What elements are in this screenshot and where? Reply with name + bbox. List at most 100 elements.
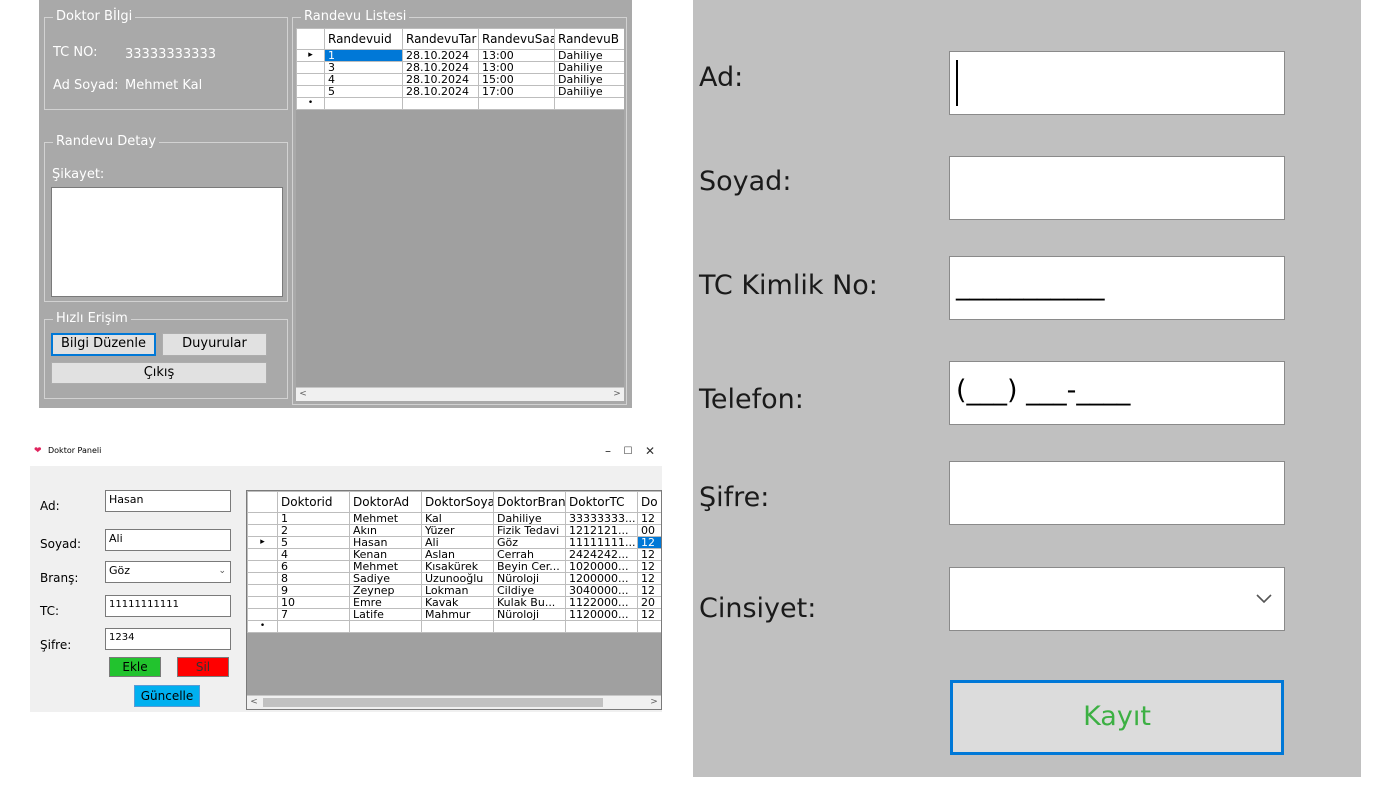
table-cell[interactable]: Aslan bbox=[421, 548, 494, 561]
column-header[interactable]: RandevuB bbox=[554, 28, 624, 50]
close-button[interactable]: ✕ bbox=[640, 444, 660, 458]
table-cell[interactable]: Fizik Tedavi bbox=[493, 524, 566, 537]
brans-select[interactable]: Göz ⌄ bbox=[105, 561, 231, 583]
table-cell[interactable]: Mehmet bbox=[349, 560, 422, 573]
table-cell[interactable]: Nüroloji bbox=[493, 572, 566, 585]
table-cell[interactable]: 15:00 bbox=[478, 73, 555, 86]
table-cell[interactable]: 4 bbox=[277, 548, 350, 561]
table-cell[interactable]: 1212121... bbox=[565, 524, 638, 537]
appointment-grid-hscrollbar[interactable]: < > bbox=[296, 387, 624, 401]
doctor-grid[interactable]: Doktorid DoktorAd DoktorSoya DoktorBran … bbox=[246, 490, 662, 710]
table-cell[interactable]: Kısakürek bbox=[421, 560, 494, 573]
doctor-grid-hscrollbar[interactable]: < > bbox=[247, 695, 661, 709]
column-header[interactable]: DoktorTC bbox=[565, 491, 638, 513]
table-cell[interactable] bbox=[402, 97, 479, 110]
tc-kimlik-input[interactable]: ___________ bbox=[949, 256, 1285, 320]
table-cell[interactable]: 8 bbox=[277, 572, 350, 585]
table-cell[interactable]: 17:00 bbox=[478, 85, 555, 98]
table-cell[interactable]: 4 bbox=[324, 73, 403, 86]
table-row[interactable]: 6 Mehmet Kısakürek Beyin Cer... 1020000.… bbox=[247, 560, 661, 573]
scroll-right-icon[interactable]: > bbox=[610, 388, 624, 401]
table-row[interactable]: 2 Akın Yüzer Fizik Tedavi 1212121... 00 bbox=[247, 524, 661, 537]
table-cell[interactable]: Yüzer bbox=[421, 524, 494, 537]
table-cell[interactable]: Dahiliye bbox=[554, 73, 624, 86]
scroll-left-icon[interactable]: < bbox=[247, 696, 261, 709]
table-cell[interactable]: 12 bbox=[637, 572, 661, 585]
table-cell[interactable]: Uzunooğlu bbox=[421, 572, 494, 585]
table-cell[interactable] bbox=[493, 620, 566, 633]
delete-button[interactable]: Sil bbox=[177, 657, 229, 677]
new-row[interactable]: • bbox=[247, 620, 661, 633]
table-cell[interactable] bbox=[421, 620, 494, 633]
column-header[interactable]: Randevuid bbox=[324, 28, 403, 50]
column-header[interactable]: Do bbox=[637, 491, 661, 513]
column-header[interactable]: DoktorAd bbox=[349, 491, 422, 513]
table-cell[interactable]: 12 bbox=[637, 560, 661, 573]
table-cell[interactable]: 1120000... bbox=[565, 608, 638, 621]
table-cell[interactable]: 2424242... bbox=[565, 548, 638, 561]
table-cell[interactable]: 2 bbox=[277, 524, 350, 537]
column-header[interactable]: DoktorBran bbox=[493, 491, 566, 513]
minimize-button[interactable]: – bbox=[598, 444, 618, 458]
table-cell[interactable]: 28.10.2024 bbox=[402, 73, 479, 86]
table-cell[interactable]: 33333333... bbox=[565, 512, 638, 525]
kayit-button[interactable]: Kayıt bbox=[950, 680, 1284, 755]
table-cell[interactable]: Hasan bbox=[349, 536, 422, 549]
column-header[interactable]: Doktorid bbox=[277, 491, 350, 513]
telefon-input[interactable]: (___) ___-____ bbox=[949, 361, 1285, 425]
table-cell[interactable]: 1 bbox=[277, 512, 350, 525]
table-cell[interactable]: 00 bbox=[637, 524, 661, 537]
table-row[interactable]: ▸ 1 28.10.2024 13:00 Dahiliye bbox=[296, 49, 624, 62]
table-cell[interactable]: 1200000... bbox=[565, 572, 638, 585]
table-cell[interactable]: 12 bbox=[637, 512, 661, 525]
table-cell[interactable]: 9 bbox=[277, 584, 350, 597]
table-cell[interactable]: Latife bbox=[349, 608, 422, 621]
tc-input[interactable]: 11111111111 bbox=[105, 595, 231, 617]
table-cell[interactable]: 6 bbox=[277, 560, 350, 573]
table-cell[interactable]: Akın bbox=[349, 524, 422, 537]
table-cell[interactable] bbox=[277, 620, 350, 633]
table-row[interactable]: 4 Kenan Aslan Cerrah 2424242... 12 bbox=[247, 548, 661, 561]
update-button[interactable]: Güncelle bbox=[134, 685, 200, 707]
scroll-right-icon[interactable]: > bbox=[647, 696, 661, 709]
table-cell[interactable]: 13:00 bbox=[478, 61, 555, 74]
table-cell[interactable]: Kavak bbox=[421, 596, 494, 609]
table-cell[interactable]: Dahiliye bbox=[554, 61, 624, 74]
table-cell[interactable]: Göz bbox=[493, 536, 566, 549]
table-row[interactable]: 3 28.10.2024 13:00 Dahiliye bbox=[296, 61, 624, 74]
add-button[interactable]: Ekle bbox=[109, 657, 161, 677]
table-cell[interactable] bbox=[554, 97, 624, 110]
table-cell[interactable]: 1 bbox=[324, 49, 403, 62]
ad-input[interactable]: Hasan bbox=[105, 490, 231, 512]
announcements-button[interactable]: Duyurular bbox=[162, 333, 267, 356]
table-cell[interactable]: Mehmet bbox=[349, 512, 422, 525]
table-row[interactable]: 10 Emre Kavak Kulak Bu... 1122000... 20 bbox=[247, 596, 661, 609]
column-header[interactable]: RandevuTar bbox=[402, 28, 479, 50]
table-cell[interactable]: 1020000... bbox=[565, 560, 638, 573]
table-cell[interactable]: Dahiliye bbox=[554, 49, 624, 62]
table-cell[interactable]: Cildiye bbox=[493, 584, 566, 597]
table-cell[interactable] bbox=[565, 620, 638, 633]
table-cell[interactable]: Kal bbox=[421, 512, 494, 525]
table-cell[interactable] bbox=[349, 620, 422, 633]
table-cell[interactable]: 3040000... bbox=[565, 584, 638, 597]
table-cell[interactable] bbox=[324, 97, 403, 110]
soyad-input[interactable] bbox=[949, 156, 1285, 220]
column-header[interactable]: RandevuSaa bbox=[478, 28, 555, 50]
table-row[interactable]: 1 Mehmet Kal Dahiliye 33333333... 12 bbox=[247, 512, 661, 525]
table-cell[interactable]: Lokman bbox=[421, 584, 494, 597]
table-row[interactable]: 4 28.10.2024 15:00 Dahiliye bbox=[296, 73, 624, 86]
table-cell[interactable]: 5 bbox=[277, 536, 350, 549]
table-cell[interactable]: Dahiliye bbox=[554, 85, 624, 98]
table-cell[interactable]: Sadiye bbox=[349, 572, 422, 585]
edit-info-button[interactable]: Bilgi Düzenle bbox=[51, 333, 156, 356]
scroll-left-icon[interactable]: < bbox=[296, 388, 310, 401]
table-cell[interactable]: 28.10.2024 bbox=[402, 61, 479, 74]
appointment-grid[interactable]: Randevuid RandevuTar RandevuSaa RandevuB… bbox=[296, 28, 624, 401]
table-cell[interactable] bbox=[478, 97, 555, 110]
maximize-button[interactable]: ☐ bbox=[618, 446, 638, 457]
table-row[interactable]: 5 28.10.2024 17:00 Dahiliye bbox=[296, 85, 624, 98]
table-cell[interactable]: 28.10.2024 bbox=[402, 85, 479, 98]
table-cell[interactable]: Beyin Cer... bbox=[493, 560, 566, 573]
table-cell[interactable]: 28.10.2024 bbox=[402, 49, 479, 62]
